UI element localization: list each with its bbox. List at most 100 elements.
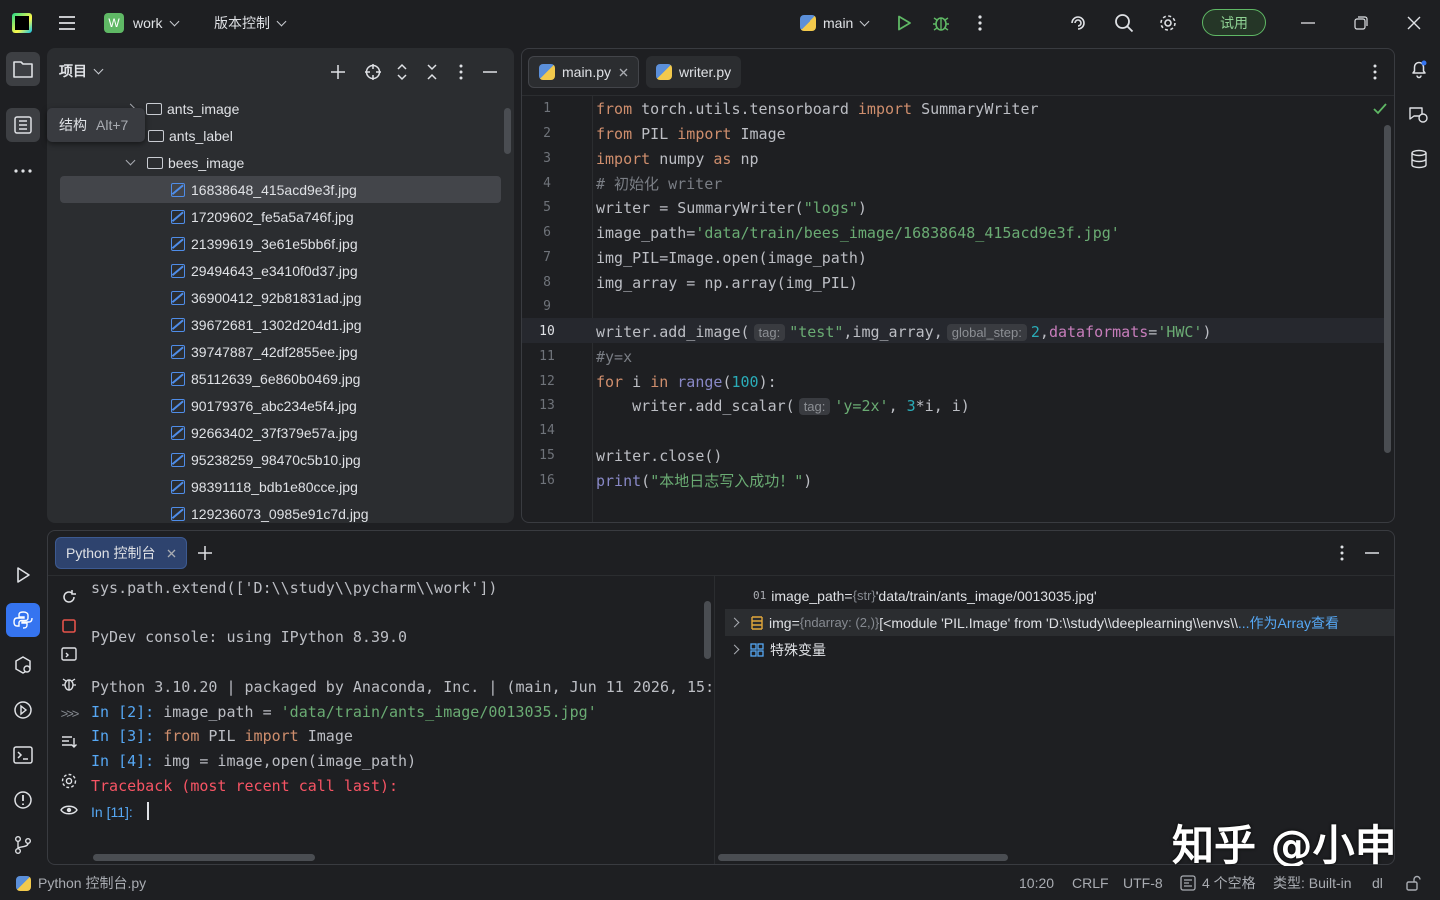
rerun-icon[interactable] <box>59 587 79 607</box>
git-tool-icon[interactable] <box>6 828 40 862</box>
close-window-icon[interactable] <box>1404 0 1424 46</box>
chevron-right-icon <box>729 617 740 628</box>
trial-button[interactable]: 试用 <box>1202 9 1266 36</box>
tree-file-item[interactable]: 39747887_42df2855ee.jpg <box>171 338 358 365</box>
project-tool-icon[interactable] <box>6 52 40 86</box>
code-line-16: print("本地日志写入成功！") <box>596 472 813 490</box>
close-tab-icon[interactable] <box>619 68 628 77</box>
tree-file-item[interactable]: 36900412_92b81831ad.jpg <box>171 284 362 311</box>
ai-chat-icon[interactable] <box>1402 98 1436 132</box>
tab-python-console[interactable]: Python 控制台 <box>55 537 188 569</box>
tree-file-item[interactable]: 95238259_98470c5b10.jpg <box>171 446 361 473</box>
close-tab-icon[interactable] <box>167 549 176 558</box>
problems-tool-icon[interactable] <box>6 783 40 817</box>
debug-icon[interactable] <box>930 0 952 46</box>
status-caret-position[interactable]: 10:20 <box>1019 866 1054 900</box>
text-cursor <box>146 802 149 820</box>
tree-file-item[interactable]: 29494643_e3410f0d37.jpg <box>171 257 358 284</box>
stop-icon[interactable] <box>59 616 79 636</box>
editor-options-icon[interactable] <box>1368 62 1382 82</box>
expand-all-icon[interactable] <box>391 61 413 83</box>
locate-file-icon[interactable] <box>362 61 384 83</box>
project-badge: W <box>104 13 124 33</box>
add-icon[interactable] <box>327 61 349 83</box>
panel-options-icon[interactable] <box>451 61 471 83</box>
chevron-right-icon <box>729 644 740 655</box>
history-icon[interactable]: >>> <box>59 703 80 723</box>
tab-main-py[interactable]: main.py <box>528 56 640 88</box>
tree-file-item[interactable]: 17209602_fe5a5a746f.jpg <box>171 203 354 230</box>
python-packages-tool-icon[interactable] <box>6 648 40 682</box>
image-file-icon <box>171 290 185 305</box>
debug-console-icon[interactable] <box>59 674 79 694</box>
database-icon[interactable] <box>1402 142 1436 176</box>
services-tool-icon[interactable] <box>6 693 40 727</box>
main-menu-icon[interactable] <box>56 0 78 46</box>
console-vertical-scrollbar[interactable] <box>704 601 711 659</box>
image-file-icon <box>171 344 185 359</box>
minimize-icon[interactable] <box>1298 0 1318 46</box>
structure-tool-icon[interactable] <box>6 108 40 142</box>
code-line-15: writer.close() <box>596 446 723 465</box>
code-line-10: writer.add_image(tag: "test",img_array, gl… <box>596 322 1212 341</box>
tab-writer-py[interactable]: writer.py <box>646 56 742 88</box>
run-config-selector[interactable]: main <box>800 0 870 46</box>
status-line-separator[interactable]: CRLF <box>1072 866 1109 900</box>
project-switcher[interactable]: W work <box>104 0 180 46</box>
scroll-to-end-icon[interactable] <box>59 732 79 752</box>
console-output-icon[interactable] <box>59 645 79 665</box>
run-tool-icon[interactable] <box>6 558 40 592</box>
file-label: 98391118_bdb1e80cce.jpg <box>191 478 358 495</box>
hide-console-icon[interactable] <box>1364 543 1380 563</box>
notifications-bell-icon[interactable] <box>1402 52 1436 86</box>
project-scrollbar[interactable] <box>504 108 511 154</box>
tree-file-item[interactable]: 21399619_3e61e5bb6f.jpg <box>171 230 358 257</box>
python-console-tool-icon[interactable] <box>6 603 40 637</box>
tree-file-item[interactable]: 16838648_415acd9e3f.jpg <box>171 176 357 203</box>
console-settings-icon[interactable] <box>59 771 79 791</box>
status-interpreter-type[interactable]: 类型: Built-in <box>1273 866 1352 900</box>
image-file-icon <box>171 398 185 413</box>
more-actions-icon[interactable] <box>970 0 990 46</box>
console-options-icon[interactable] <box>1336 543 1348 563</box>
variables-horizontal-scrollbar[interactable] <box>718 854 1008 861</box>
new-console-add-icon[interactable] <box>195 543 215 563</box>
run-icon[interactable] <box>893 0 915 46</box>
terminal-tool-icon[interactable] <box>6 738 40 772</box>
search-icon[interactable] <box>1112 0 1136 46</box>
restore-window-icon[interactable] <box>1351 0 1371 46</box>
settings-gear-icon[interactable] <box>1156 0 1180 46</box>
collapse-all-icon[interactable] <box>421 61 443 83</box>
ai-assistant-icon[interactable] <box>1066 0 1090 46</box>
console-horizontal-scrollbar[interactable] <box>93 854 315 861</box>
tree-file-item[interactable]: 39672681_1302d204d1.jpg <box>171 311 362 338</box>
line-number: 11 <box>539 349 555 364</box>
show-variables-eye-icon[interactable] <box>59 800 79 820</box>
more-tools-icon[interactable] <box>6 154 40 188</box>
tree-folder-bees-image[interactable]: bees_image <box>125 149 244 176</box>
console-input-prompt[interactable]: In [11]: <box>91 802 149 820</box>
lock-icon[interactable] <box>1405 866 1421 900</box>
image-file-icon <box>171 182 185 197</box>
vcs-menu[interactable]: 版本控制 <box>214 0 287 46</box>
tree-file-item[interactable]: 92663402_37f379e57a.jpg <box>171 419 358 446</box>
tree-file-item[interactable]: 90179376_abc234e5f4.jpg <box>171 392 357 419</box>
status-extra[interactable]: dl <box>1372 866 1383 900</box>
status-encoding[interactable]: UTF-8 <box>1123 866 1163 900</box>
variable-row-img[interactable]: img = {ndarray: (2,)} [<module 'PIL.Imag… <box>729 609 1339 636</box>
status-indent[interactable]: 4 个空格 <box>1180 866 1256 900</box>
variable-row-image-path[interactable]: 01 image_path = {str} 'data/train/ants_i… <box>753 582 1097 609</box>
view-as-array-link[interactable]: ...作为Array查看 <box>1238 613 1339 633</box>
status-current-file[interactable]: Python 控制台.py <box>16 866 146 900</box>
variable-row-special[interactable]: 特殊变量 <box>729 636 826 663</box>
tree-file-item[interactable]: 85112639_6e860b0469.jpg <box>171 365 360 392</box>
tree-file-item[interactable]: 129236073_0985e91c7d.jpg <box>171 500 369 527</box>
code-line-6: image_path='data/train/bees_image/168386… <box>596 223 1120 242</box>
tree-folder-ants-label[interactable]: ants_label <box>148 122 233 149</box>
tree-file-item[interactable]: 98391118_bdb1e80cce.jpg <box>171 473 358 500</box>
pycharm-logo-icon[interactable] <box>12 0 32 46</box>
string-var-icon: 01 <box>753 589 767 602</box>
project-panel-header[interactable]: 项目 <box>59 48 104 94</box>
hide-panel-icon[interactable] <box>479 61 501 83</box>
editor-scrollbar[interactable] <box>1384 125 1391 453</box>
